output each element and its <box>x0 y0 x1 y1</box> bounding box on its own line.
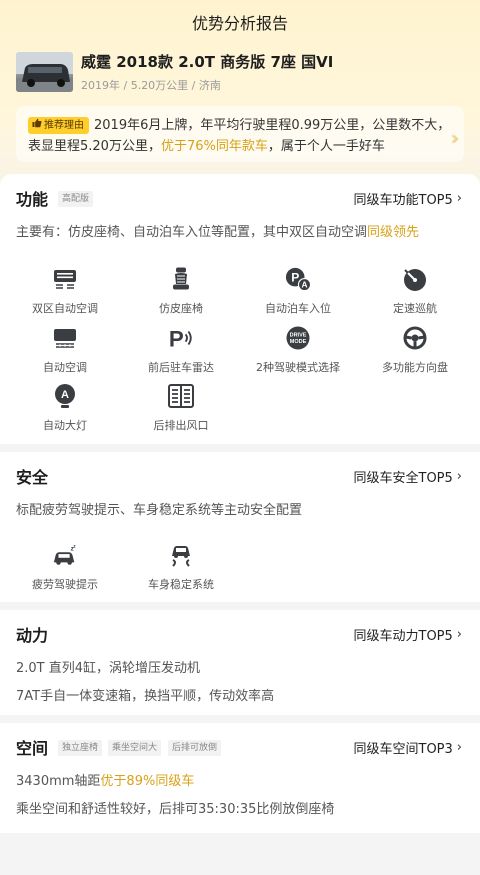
recommend-reason-text: 2019年6月上牌，年平均行驶里程0.99万公里，公里数不大，表显里程5.20万… <box>28 118 451 154</box>
svg-text:z: z <box>73 544 76 549</box>
feature-item[interactable]: DRIVE MODE 2种驾驶模式选择 <box>243 325 353 375</box>
recommend-reason-card: 2019年6月上牌，年平均行驶里程0.99万公里，公里数不大，表显里程5.20万… <box>16 106 464 162</box>
cruise-control-icon <box>402 266 428 292</box>
function-tag: 高配版 <box>58 191 94 207</box>
space-seat-text: 乘坐空间和舒适性较好，后排可35:30:35比例放倒座椅 <box>16 802 335 817</box>
space-title: 空间 <box>16 739 49 758</box>
feature-item[interactable]: 定速巡航 <box>360 266 470 316</box>
car-meta: 2019年 / 5.20万公里 / 济南 <box>81 79 221 92</box>
space-tag: 独立座椅 <box>58 740 103 756</box>
safety-title: 安全 <box>16 468 49 487</box>
chevron-right-icon: › <box>456 627 462 642</box>
section-divider <box>0 444 480 452</box>
auto-parking-icon: PA <box>285 266 311 292</box>
chevron-right-icon: › <box>456 469 462 484</box>
rear-vent-icon <box>168 383 194 409</box>
parking-radar-icon: P <box>168 325 194 351</box>
function-top5-link[interactable]: 同级车功能TOP5 › <box>354 189 463 208</box>
feature-item[interactable]: 车身稳定系统 <box>126 542 236 592</box>
safety-section: 安全 同级车安全TOP5 › 标配疲劳驾驶提示、车身稳定系统等主动安全配置 zz … <box>0 452 480 602</box>
feature-item[interactable]: 后排出风口 <box>126 383 236 433</box>
car-thumbnail[interactable] <box>16 52 73 92</box>
section-divider <box>0 715 480 723</box>
steering-wheel-icon <box>402 325 428 351</box>
drive-mode-icon: DRIVE MODE <box>285 325 311 351</box>
chevron-right-icon: › <box>456 740 462 755</box>
auto-headlight-icon: A <box>52 383 78 409</box>
feature-item[interactable]: 自动空调 <box>10 325 120 375</box>
svg-text:DRIVE: DRIVE <box>290 333 307 339</box>
feature-item[interactable]: A 自动大灯 <box>10 383 120 433</box>
fatigue-driving-icon: zz <box>52 542 78 568</box>
car-title: 威霆 2018款 2.0T 商务版 7座 国VI <box>81 53 334 71</box>
recommend-reason-badge: 推荐理由 <box>28 117 89 134</box>
space-tag: 乘坐空间大 <box>108 740 162 756</box>
svg-text:P: P <box>169 326 184 350</box>
thumbs-up-icon <box>32 117 42 134</box>
feature-item[interactable]: 双区自动空调 <box>10 266 120 316</box>
auto-ac-icon <box>52 325 78 351</box>
power-engine-text: 2.0T 直列4缸，涡轮增压发动机 <box>16 661 201 676</box>
feature-item[interactable]: 仿皮座椅 <box>126 266 236 316</box>
dual-zone-ac-icon <box>52 266 78 292</box>
feature-item[interactable]: zz 疲劳驾驶提示 <box>10 542 120 592</box>
safety-summary: 标配疲劳驾驶提示、车身稳定系统等主动安全配置 <box>16 503 303 518</box>
svg-text:P: P <box>291 270 299 284</box>
power-top5-link[interactable]: 同级车动力TOP5 › <box>354 625 463 644</box>
leather-seat-icon <box>168 266 194 292</box>
feature-item[interactable]: 多功能方向盘 <box>360 325 470 375</box>
power-section: 动力 同级车动力TOP5 › 2.0T 直列4缸，涡轮增压发动机 7AT手自一体变… <box>0 610 480 715</box>
power-gearbox-text: 7AT手自一体变速箱，换挡平顺，传动效率高 <box>16 689 275 704</box>
page-title: 优势分析报告 <box>191 14 288 33</box>
reason-highlight: 优于76%同年款车 <box>160 139 268 154</box>
chevron-right-icon: › <box>456 191 462 206</box>
function-title: 功能 <box>16 190 49 209</box>
feature-item[interactable]: P 前后驻车雷达 <box>126 325 236 375</box>
stability-control-icon <box>168 542 194 568</box>
function-summary: 主要有：仿皮座椅、自动泊车入位等配置，其中双区自动空调同级领先 <box>16 225 420 240</box>
svg-text:A: A <box>61 389 69 401</box>
section-divider <box>0 602 480 610</box>
decor-arrows-icon: ›› <box>450 126 460 150</box>
function-section: 功能 高配版 同级车功能TOP5 › 主要有：仿皮座椅、自动泊车入位等配置，其中双… <box>0 174 480 444</box>
space-wheelbase-text: 3430mm轴距优于89%同级车 <box>16 774 195 789</box>
svg-text:A: A <box>301 280 307 290</box>
feature-item[interactable]: PA 自动泊车入位 <box>243 266 353 316</box>
space-section: 空间 独立座椅 乘坐空间大 后排可放倒 同级车空间TOP3 › 3430mm轴距优… <box>0 723 480 833</box>
space-top3-link[interactable]: 同级车空间TOP3 › <box>354 738 463 757</box>
space-tag: 后排可放倒 <box>168 740 222 756</box>
safety-top5-link[interactable]: 同级车安全TOP5 › <box>354 467 463 486</box>
svg-text:MODE: MODE <box>290 339 307 345</box>
power-title: 动力 <box>16 626 49 645</box>
